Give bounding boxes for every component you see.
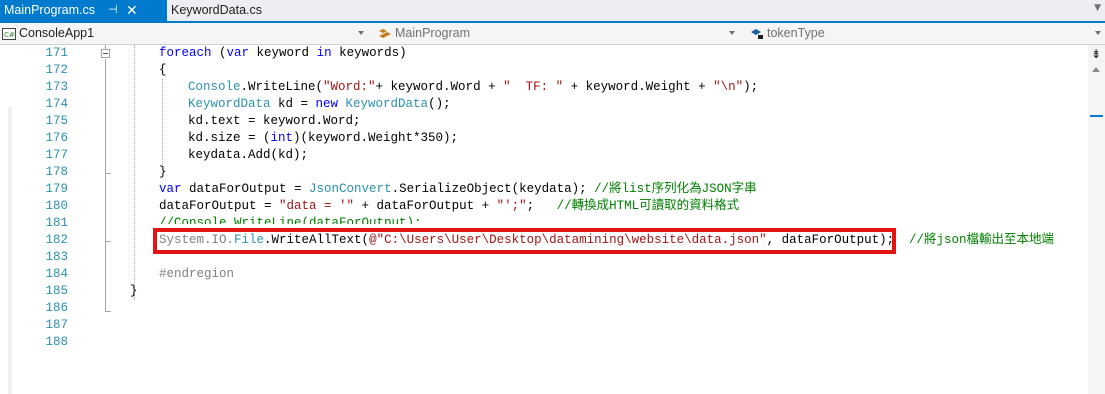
tab-keyworddata-cs[interactable]: KeywordData.cs: [171, 0, 262, 21]
csharp-project-icon: C#: [2, 27, 16, 40]
project-name: ConsoleApp1: [19, 26, 95, 40]
line-number: 176: [45, 131, 68, 145]
indent-guide: [162, 79, 163, 164]
outline-line: [105, 242, 106, 312]
class-icon: [379, 28, 391, 38]
navigation-bar: C# ConsoleApp1 MainProgram tokenType: [0, 23, 1105, 45]
project-dropdown[interactable]: C# ConsoleApp1: [2, 25, 370, 42]
class-dropdown[interactable]: MainProgram: [378, 25, 740, 42]
code-line-172: {: [159, 63, 167, 77]
tab-label: MainProgram.cs: [4, 3, 95, 17]
line-number: 188: [45, 335, 68, 349]
tab-mainprogram-cs[interactable]: MainProgram.cs ⊣ ✕: [0, 0, 167, 21]
collapse-toggle-icon[interactable]: [101, 49, 110, 58]
code-line-185: }: [130, 284, 138, 298]
chevron-down-icon[interactable]: [729, 31, 735, 35]
document-tab-strip: MainProgram.cs ⊣ ✕ KeywordData.cs ▼: [0, 0, 1105, 21]
line-number: 179: [45, 182, 68, 196]
close-icon[interactable]: ✕: [126, 0, 138, 21]
code-line-184: #endregion: [159, 267, 235, 281]
line-number: 171: [45, 46, 68, 60]
line-number: 186: [45, 301, 68, 315]
chevron-down-icon[interactable]: [358, 31, 364, 35]
line-number: 185: [45, 284, 68, 298]
svg-text:C#: C#: [4, 31, 15, 39]
class-name: MainProgram: [395, 26, 471, 40]
line-number: 172: [45, 63, 68, 77]
code-line-181: //Console.WriteLine(dataForOutput);: [159, 216, 422, 224]
line-number: 174: [45, 97, 68, 111]
code-line-175: kd.text = keyword.Word;: [188, 114, 361, 128]
scroll-up-arrow-icon[interactable]: [1092, 67, 1100, 72]
member-dropdown[interactable]: tokenType: [750, 25, 1105, 42]
code-line-178: }: [159, 165, 167, 179]
code-line-177: keydata.Add(kd);: [188, 148, 309, 162]
tab-label: KeywordData.cs: [171, 3, 263, 17]
outline-end-tick: [105, 311, 111, 312]
code-line-173: Console.WriteLine("Word:"+ keyword.Word …: [188, 80, 759, 94]
code-line-174: KeywordData kd = new KeywordData();: [188, 97, 451, 111]
line-number: 175: [45, 114, 68, 128]
line-number: 182: [45, 233, 68, 247]
pin-icon[interactable]: ⊣: [108, 0, 118, 21]
line-number: 187: [45, 318, 68, 332]
line-number: 177: [45, 148, 68, 162]
code-line-171: foreach (var keyword in keywords): [159, 46, 407, 60]
line-number: 178: [45, 165, 68, 179]
line-number: 180: [45, 199, 68, 213]
indent-guide: [134, 45, 135, 300]
scroll-position-marker: [1090, 115, 1103, 117]
code-line-182-comment: //將json檔輸出至本地端: [909, 233, 1055, 247]
line-number: 183: [45, 250, 68, 264]
outline-line: [105, 59, 106, 174]
line-number: 181: [45, 216, 68, 230]
highlight-annotation-box: [153, 228, 896, 254]
vertical-scrollbar[interactable]: ⇟: [1088, 45, 1105, 394]
outline-line: [105, 174, 106, 242]
chevron-down-icon[interactable]: [1095, 31, 1101, 35]
code-line-176: kd.size = (int)(keyword.Weight*350);: [188, 131, 459, 145]
member-name: tokenType: [767, 26, 825, 40]
tab-overflow-icon[interactable]: ▼: [1094, 3, 1101, 13]
code-line-180: dataForOutput = "data = '" + dataForOutp…: [159, 199, 740, 213]
code-editor[interactable]: 171 172 173 174 175 176 177 178 179 180 …: [0, 45, 1105, 394]
field-icon: [751, 28, 763, 39]
line-number: 184: [45, 267, 68, 281]
change-tracking-bar: [8, 107, 12, 394]
code-line-179: var dataForOutput = JsonConvert.Serializ…: [159, 182, 757, 196]
split-window-icon[interactable]: ⇟: [1091, 47, 1101, 61]
line-number: 173: [45, 80, 68, 94]
